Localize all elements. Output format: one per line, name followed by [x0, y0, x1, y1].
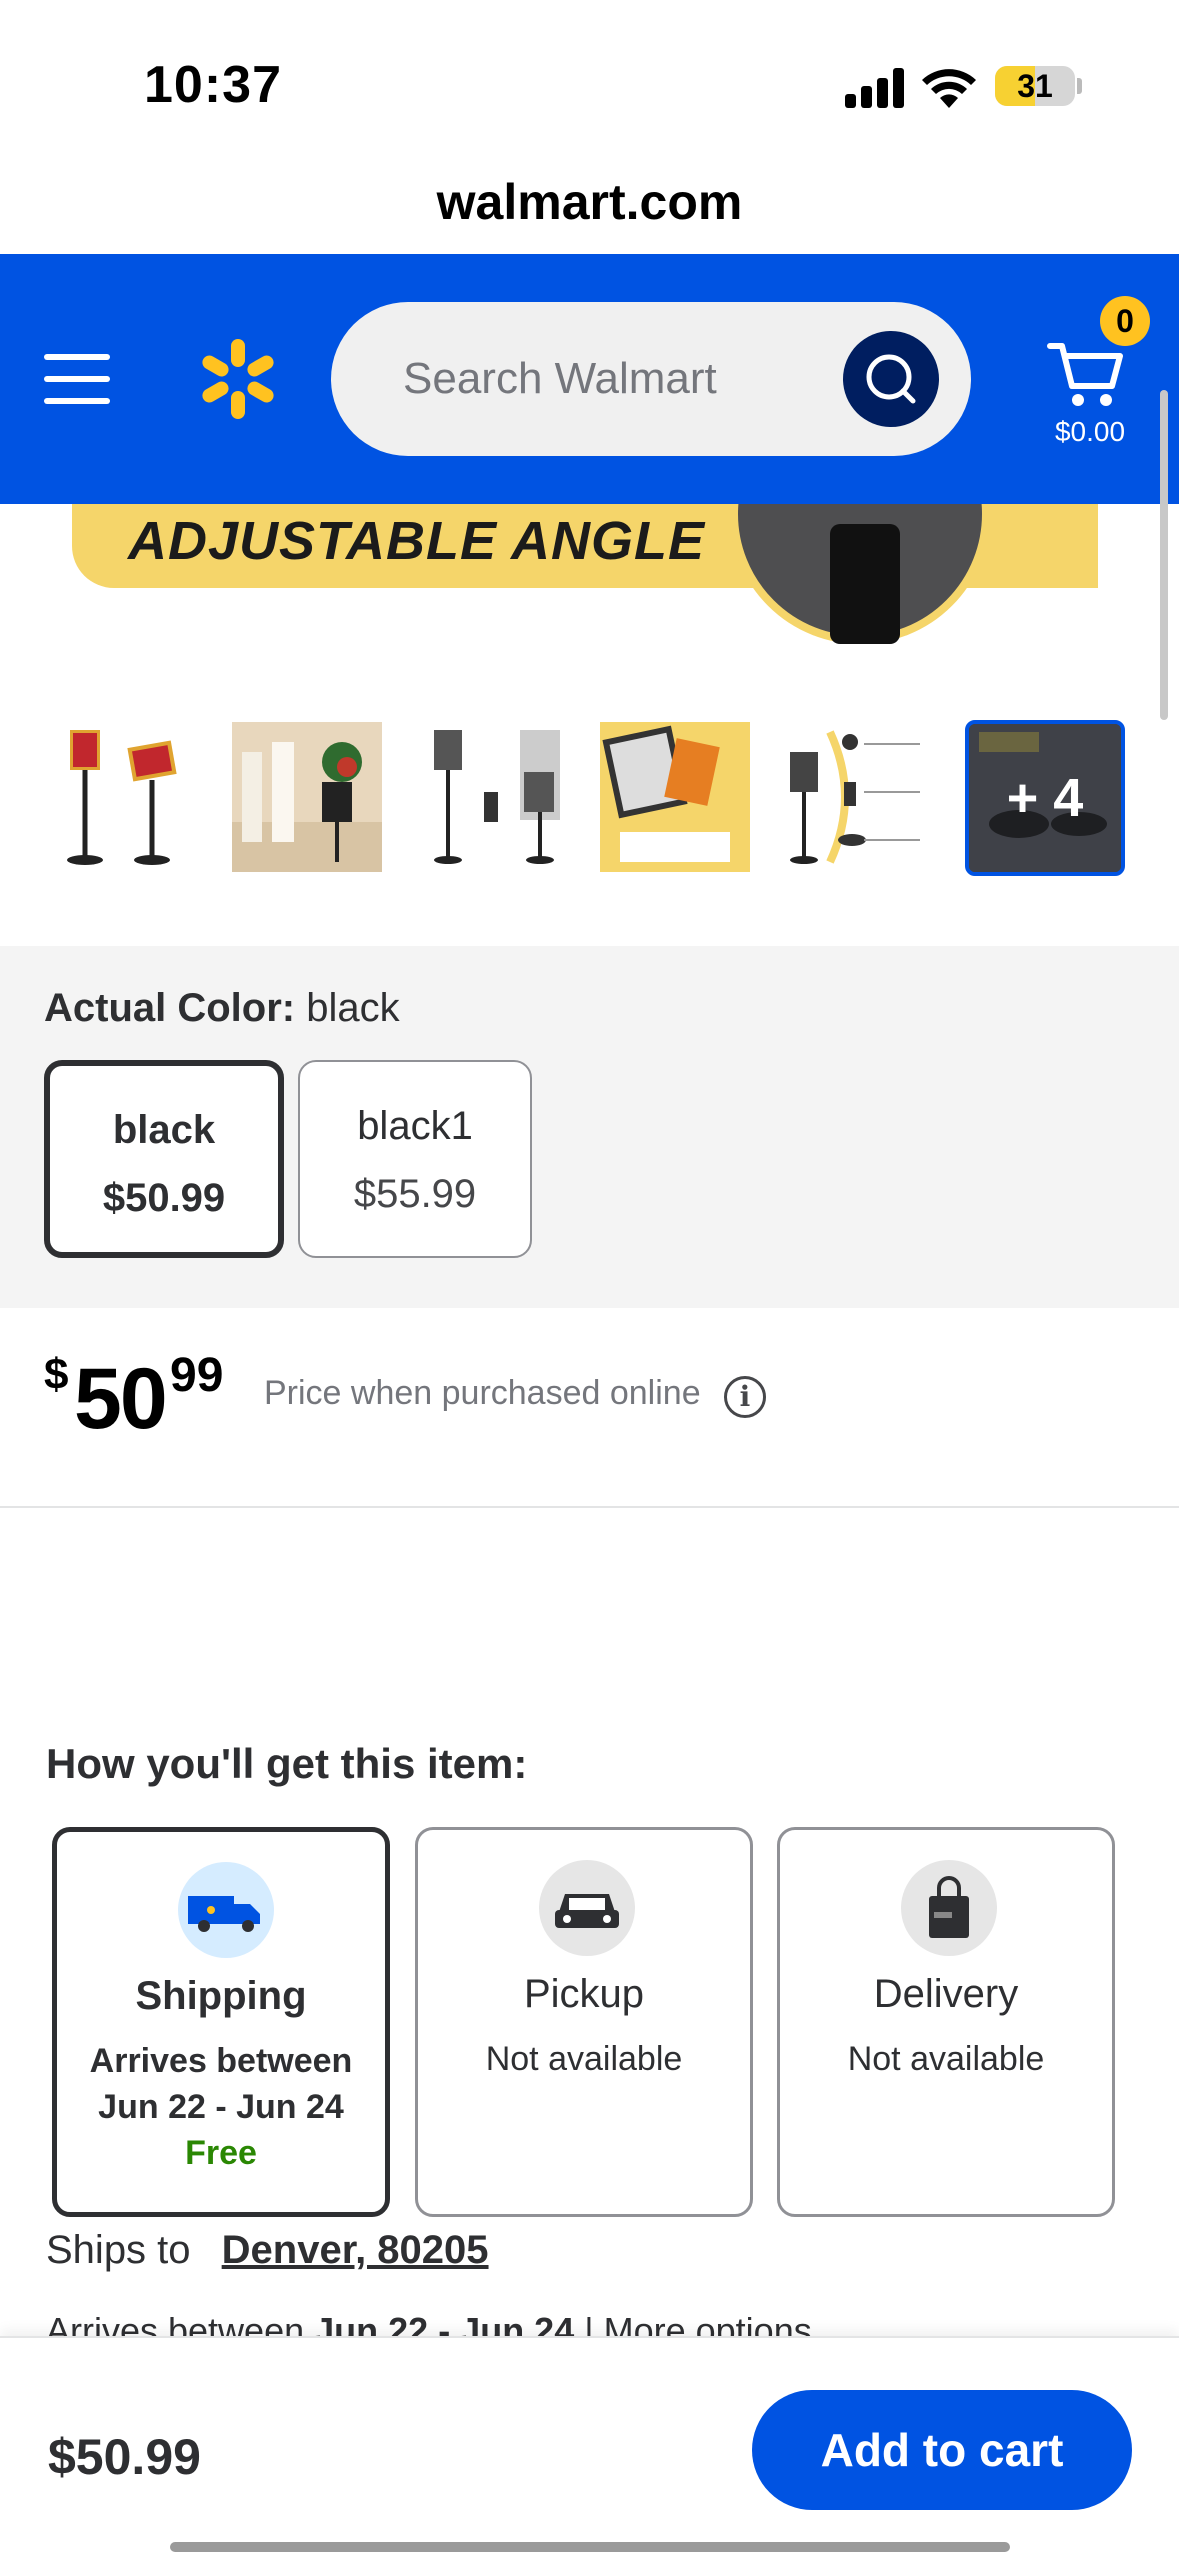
shipping-arrival-label: Arrives between [89, 2042, 353, 2080]
thumbnail-5[interactable] [780, 722, 930, 872]
status-bar: 10:37 31 [0, 0, 1179, 150]
variant-option-black1[interactable]: black1 $55.99 [298, 1060, 532, 1258]
search-button[interactable] [843, 331, 939, 427]
wifi-icon [922, 69, 976, 108]
variant-option-price: $55.99 [353, 1172, 477, 1216]
battery-level: 31 [1017, 68, 1053, 104]
shipping-cost: Free [185, 2134, 257, 2172]
variant-label-key: Actual Color: [44, 986, 296, 1030]
variant-option-name: black [112, 1108, 216, 1152]
url-text[interactable]: walmart.com [437, 174, 743, 230]
fulfillment-option-status: Not available [485, 2040, 683, 2078]
home-indicator[interactable] [170, 2542, 1010, 2552]
shipping-truck-icon [178, 1862, 274, 1958]
fulfillment-option-status: Not available [847, 2040, 1045, 2078]
add-to-cart-button[interactable]: Add to cart [752, 2390, 1132, 2510]
price-cents: 99 [170, 1349, 224, 1402]
search-input[interactable]: Search Walmart [331, 302, 971, 456]
thumbnail-2[interactable] [232, 722, 382, 872]
ships-to-location-link[interactable]: Denver, 80205 [222, 2228, 489, 2272]
address-bar[interactable]: walmart.com [0, 150, 1179, 254]
price-currency: $ [44, 1350, 69, 1399]
cart-button[interactable]: 0 $0.00 [1040, 296, 1160, 456]
hamburger-menu-icon[interactable] [44, 354, 110, 404]
color-variant-section: Actual Color: black black $50.99 black1 … [0, 946, 1179, 1308]
ships-to-row: Ships to Denver, 80205 [46, 2228, 489, 2273]
fulfillment-option-shipping[interactable]: Shipping Arrives between Jun 22 - Jun 24… [52, 1827, 390, 2217]
thumbnail-4[interactable] [600, 722, 750, 872]
price-dollars: 50 [74, 1351, 168, 1447]
bottom-price: $50.99 [48, 2429, 201, 2485]
pickup-car-icon [539, 1860, 635, 1956]
sticky-add-to-cart-bar: $50.99 Add to cart [0, 2336, 1179, 2556]
shipping-arrival-dates: Jun 22 - Jun 24 [98, 2088, 344, 2126]
search-placeholder: Search Walmart [403, 354, 717, 403]
walmart-spark-logo[interactable] [196, 337, 280, 421]
ships-to-label: Ships to [46, 2228, 191, 2272]
site-header: Search Walmart 0 $0.00 [0, 254, 1179, 504]
price-note: Price when purchased online [264, 1374, 701, 1412]
thumbnail-more[interactable]: + 4 [965, 720, 1125, 876]
fulfillment-option-pickup[interactable]: Pickup Not available [415, 1827, 753, 2217]
fulfillment-option-name: Pickup [523, 1972, 645, 2016]
status-time: 10:37 [144, 56, 282, 114]
variant-option-black[interactable]: black $50.99 [44, 1060, 284, 1258]
variant-option-price: $50.99 [102, 1176, 226, 1220]
cart-icon [1047, 343, 1123, 406]
hero-banner-text: ADJUSTABLE ANGLE [128, 511, 706, 571]
delivery-bag-icon [901, 1860, 997, 1956]
cellular-signal-icon [845, 68, 905, 108]
search-icon [866, 354, 916, 404]
info-icon[interactable]: i [724, 1376, 766, 1418]
variant-selected-value: black [306, 986, 400, 1030]
fulfillment-option-delivery[interactable]: Delivery Not available [777, 1827, 1115, 2217]
thumbnail-3[interactable] [420, 722, 570, 872]
more-images-count: + 4 [1006, 768, 1084, 828]
variant-label: Actual Color: black [44, 986, 400, 1031]
variant-option-name: black1 [357, 1104, 473, 1148]
image-thumbnails: + 4 [0, 710, 1179, 880]
cart-total: $0.00 [1054, 416, 1126, 447]
price-section: $ 50 99 Price when purchased online i [0, 1308, 1179, 1508]
page-scrollbar[interactable] [1160, 390, 1168, 720]
fulfillment-option-name: Shipping [135, 1974, 307, 2018]
thumbnail-1[interactable] [44, 722, 194, 872]
product-hero-image[interactable]: ADJUSTABLE ANGLE [0, 504, 1179, 674]
cart-count-badge: 0 [1100, 296, 1150, 346]
battery-icon: 31 [995, 66, 1075, 106]
fulfillment-title: How you'll get this item: [46, 1740, 528, 1787]
fulfillment-option-name: Delivery [873, 1972, 1019, 2016]
